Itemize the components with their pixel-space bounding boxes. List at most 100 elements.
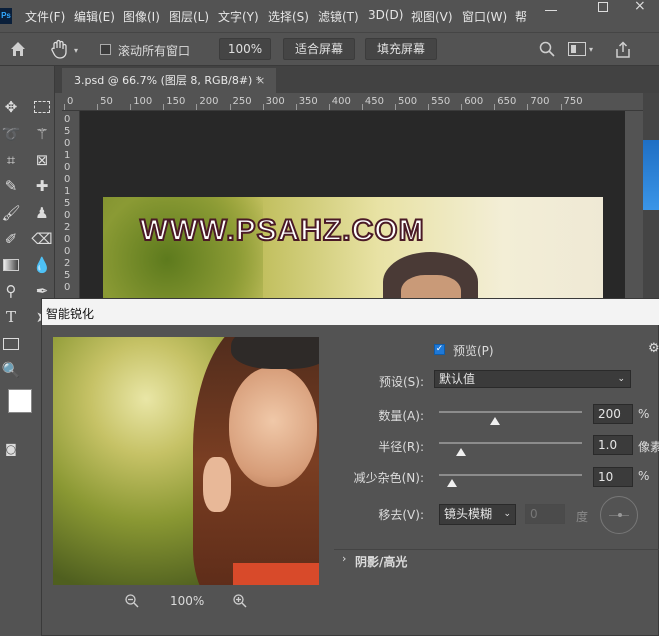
share-icon[interactable] (613, 40, 633, 60)
radius-input[interactable]: 1.0 (593, 435, 633, 455)
stamp-tool-icon[interactable]: ♟ (31, 202, 53, 224)
type-tool-icon[interactable]: T (0, 306, 22, 328)
amount-input[interactable]: 200 (593, 404, 633, 424)
menu-3d[interactable]: 3D(D) (368, 8, 403, 22)
zoom-100-button[interactable]: 100% (219, 38, 271, 60)
crop-tool-icon[interactable]: ⌗ (0, 149, 22, 171)
foreground-color-swatch[interactable] (8, 389, 32, 413)
minimize-icon[interactable] (545, 10, 557, 11)
dialog-title: 智能锐化 (46, 307, 95, 321)
menu-bar: Ps 文件(F) 编辑(E) 图像(I) 图层(L) 文字(Y) 选择(S) 滤… (0, 0, 659, 32)
noise-slider-track[interactable] (439, 474, 582, 476)
healing-brush-icon[interactable]: ✚ (31, 175, 53, 197)
radius-label: 半径(R): (378, 440, 424, 454)
radius-slider-thumb[interactable] (456, 448, 466, 456)
remove-select[interactable]: 镜头模糊 ⌄ (439, 504, 516, 525)
menu-layer[interactable]: 图层(L) (169, 8, 209, 25)
close-tab-icon[interactable]: × (256, 68, 265, 93)
scroll-all-checkbox[interactable] (100, 44, 111, 55)
lasso-tool-icon[interactable]: ➰ (0, 123, 22, 145)
settings-gear-icon[interactable]: ⚙ (648, 341, 659, 356)
hand-tool-icon[interactable] (48, 38, 70, 60)
quick-mask-icon[interactable]: ◙ (0, 438, 22, 460)
menu-view[interactable]: 视图(V) (411, 8, 453, 25)
menu-help[interactable]: 帮 (515, 8, 527, 25)
eraser-tool-icon[interactable]: ⌫ (31, 228, 53, 250)
magic-wand-icon[interactable]: ⚚ (31, 123, 53, 145)
menu-select[interactable]: 选择(S) (268, 8, 309, 25)
divider (334, 549, 659, 550)
marquee-tool-icon[interactable] (31, 96, 53, 118)
ruler-tick (560, 104, 562, 110)
menu-file[interactable]: 文件(F) (25, 8, 65, 25)
ruler-label: 1 (64, 186, 71, 197)
filter-preview-image[interactable] (53, 337, 319, 585)
ruler-label: 550 (431, 96, 451, 107)
menu-image[interactable]: 图像(I) (123, 8, 160, 25)
fit-screen-button[interactable]: 适合屏幕 (283, 38, 355, 60)
ruler-label: 5 (64, 270, 71, 281)
amount-slider-track[interactable] (439, 411, 582, 413)
menu-window[interactable]: 窗口(W) (462, 8, 507, 25)
ruler-tick (527, 104, 529, 110)
ruler-label: 50 (100, 96, 113, 107)
ruler-label: 5 (64, 198, 71, 209)
gradient-tool-icon[interactable] (0, 254, 22, 276)
frame-tool-icon[interactable]: ⊠ (31, 149, 53, 171)
document-image[interactable] (103, 197, 603, 301)
zoom-in-icon[interactable] (232, 593, 248, 609)
ruler-label: 250 (232, 96, 252, 107)
maximize-icon[interactable] (598, 2, 608, 12)
radius-slider-track[interactable] (439, 442, 582, 444)
ruler-label: 0 (64, 234, 71, 245)
chevron-down-icon: ⌄ (503, 509, 511, 519)
dodge-tool-icon[interactable]: ⚲ (0, 280, 22, 302)
scroll-all-label: 滚动所有窗口 (118, 44, 191, 58)
chevron-right-icon[interactable]: › (342, 552, 346, 565)
zoom-out-icon[interactable] (124, 593, 140, 609)
ruler-label: 650 (497, 96, 517, 107)
chevron-down-icon[interactable]: ▾ (589, 45, 593, 54)
chevron-down-icon: ⌄ (617, 374, 625, 384)
ruler-tick (395, 104, 396, 110)
ruler-label: 500 (398, 96, 418, 107)
ruler-label: 2 (64, 222, 71, 233)
home-icon[interactable] (8, 39, 28, 59)
ruler-label: 2 (64, 258, 71, 269)
move-tool-icon[interactable]: ✥ (0, 96, 22, 118)
menu-edit[interactable]: 编辑(E) (74, 8, 115, 25)
document-tab[interactable]: 3.psd @ 66.7% (图层 8, RGB/8#) * × (62, 68, 276, 93)
dialog-titlebar[interactable]: 智能锐化 (42, 299, 659, 325)
amount-slider-thumb[interactable] (490, 417, 500, 425)
ruler-tick (97, 104, 99, 110)
workspace-icon[interactable] (568, 42, 586, 56)
close-window-icon[interactable]: × (634, 0, 648, 14)
angle-unit: 度 (576, 510, 589, 524)
angle-input: 0 (525, 504, 565, 524)
noise-input[interactable]: 10 (593, 467, 633, 487)
search-icon[interactable] (538, 40, 556, 58)
eyedropper-icon[interactable]: ✎ (0, 175, 22, 197)
preview-label: 预览(P) (453, 344, 494, 358)
zoom-tool-icon[interactable]: 🔍 (0, 359, 22, 381)
ruler-label: 600 (464, 96, 484, 107)
ruler-tick (163, 104, 165, 110)
preset-select[interactable]: 默认值 ⌄ (434, 370, 631, 388)
preview-checkbox[interactable]: ✓ (434, 344, 445, 355)
fill-screen-button[interactable]: 填充屏幕 (365, 38, 437, 60)
brush-tool-icon[interactable]: 🖌 (0, 202, 22, 224)
ruler-label: 750 (563, 96, 583, 107)
menu-filter[interactable]: 滤镜(T) (318, 8, 359, 25)
shadows-highlights-section[interactable]: 阴影/高光 (355, 553, 407, 570)
rectangle-tool-icon[interactable] (0, 333, 22, 355)
ruler-label: 1 (64, 150, 71, 161)
history-brush-icon[interactable]: ✐ (0, 228, 22, 250)
menu-type[interactable]: 文字(Y) (218, 8, 259, 25)
remove-label: 移去(V): (378, 508, 424, 522)
blur-tool-icon[interactable]: 💧 (31, 254, 53, 276)
ruler-tick (262, 104, 264, 110)
noise-slider-thumb[interactable] (447, 479, 457, 487)
chevron-down-icon[interactable]: ▾ (74, 46, 78, 55)
ruler-label: 400 (331, 96, 351, 107)
ruler-tick (295, 104, 297, 110)
